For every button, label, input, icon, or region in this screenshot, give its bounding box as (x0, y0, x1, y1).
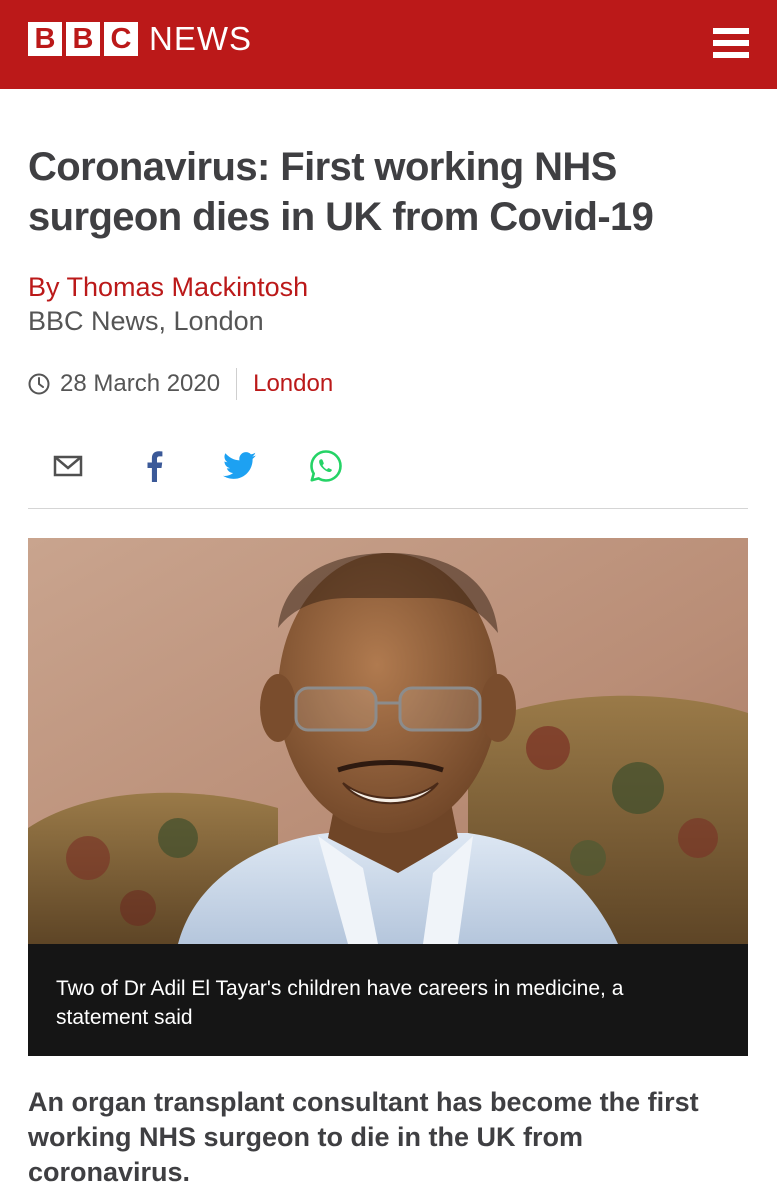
logo-letter-b2: B (66, 22, 100, 56)
menu-bar (713, 52, 749, 58)
share-facebook-button[interactable] (136, 448, 172, 484)
menu-bar (713, 40, 749, 46)
author-organisation: BBC News, London (28, 306, 264, 336)
menu-bar (713, 28, 749, 34)
location-link[interactable]: London (253, 370, 333, 398)
logo-word-news: NEWS (149, 20, 252, 57)
twitter-icon (223, 452, 257, 479)
meta-divider (236, 368, 238, 400)
share-divider (28, 508, 748, 509)
share-email-button[interactable] (50, 448, 86, 484)
clock-icon (28, 373, 50, 395)
top-navigation-bar: B B C NEWS (0, 0, 777, 89)
article-headline: Coronavirus: First working NHS surgeon d… (28, 145, 654, 239)
publish-date: 28 March 2020 (60, 370, 221, 397)
author-link[interactable]: By Thomas Mackintosh (28, 272, 308, 303)
share-bar (50, 448, 394, 484)
logo-letter-b1: B (28, 22, 62, 56)
share-whatsapp-button[interactable] (308, 448, 344, 484)
bbc-news-logo[interactable]: B B C NEWS (28, 22, 252, 56)
image-caption: Two of Dr Adil El Tayar's children have … (28, 944, 748, 1056)
article-meta: 28 March 2020 London (28, 366, 333, 402)
article-photo[interactable] (28, 538, 748, 944)
whatsapp-icon (310, 450, 342, 482)
facebook-icon (147, 451, 163, 482)
portrait-image (28, 538, 748, 944)
article-intro: An organ transplant consultant has becom… (28, 1087, 699, 1187)
email-icon (53, 455, 83, 477)
share-twitter-button[interactable] (222, 448, 258, 484)
logo-letter-c: C (104, 22, 138, 56)
hamburger-menu-icon[interactable] (713, 28, 749, 58)
